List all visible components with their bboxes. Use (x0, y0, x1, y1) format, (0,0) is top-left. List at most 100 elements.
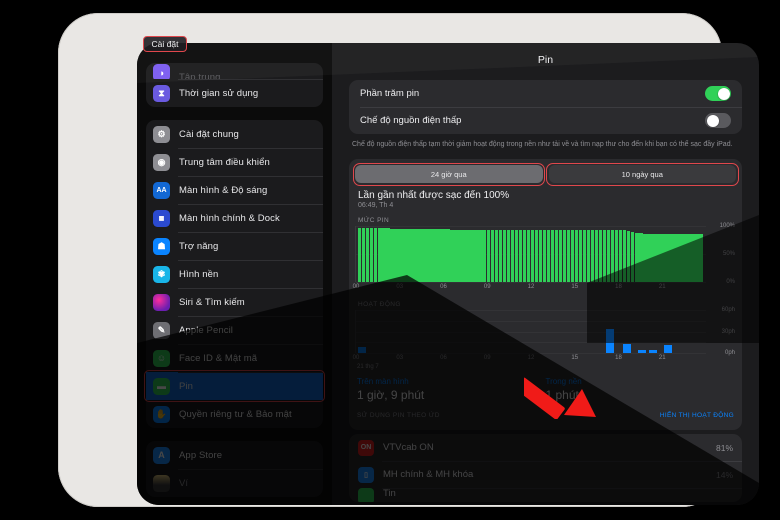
chart-bar (518, 229, 523, 283)
x-tick-label: 00 (352, 355, 360, 362)
sidebar-item-focus[interactable]: ◑ Tập trung (146, 63, 323, 79)
sidebar-item-label: Thời gian sử dụng (179, 87, 259, 99)
x-tick-label: 03 (396, 284, 404, 291)
sidebar-item-privacy-security[interactable]: ✋ Quyền riêng tư & Bảo mật (146, 400, 323, 428)
sidebar-item-label: Trợ năng (179, 240, 219, 252)
sidebar-item-screen-time[interactable]: ⧗ Thời gian sử dụng (146, 79, 323, 107)
y-tick-label: 30ph (721, 328, 735, 335)
app-name: Tin (383, 488, 396, 500)
app-usage-row[interactable]: ▯ MH chính & MH khóa 14% (349, 461, 742, 488)
chart-bar (482, 229, 486, 283)
chart-bar (506, 229, 510, 283)
chart-bar (590, 230, 595, 283)
battery-icon: ▬ (153, 377, 170, 395)
chart-bar (554, 229, 559, 283)
chart-bar (394, 228, 398, 283)
sidebar-item-wallet[interactable]: Ví (146, 469, 323, 497)
y-tick-label: 0% (726, 279, 735, 286)
sidebar-item-wallpaper[interactable]: ✾ Hình nền (146, 260, 323, 288)
chart-bar (566, 229, 571, 283)
chart-bar (606, 230, 611, 283)
segment-last-24-hours[interactable]: 24 giờ qua (352, 162, 545, 186)
sidebar-item-app-store[interactable]: A App Store (146, 441, 323, 469)
app-usage-row[interactable]: ON VTVcab ON 81% (349, 434, 742, 461)
sidebar-item-home-screen-dock[interactable]: ▦ Màn hình chính & Dock (146, 204, 323, 232)
sidebar-item-general[interactable]: ⚙ Cài đặt chung (146, 120, 323, 148)
low-power-mode-toggle[interactable] (705, 113, 731, 128)
chart-bar (655, 233, 659, 283)
home-screen-dock-icon: ▦ (153, 209, 170, 227)
chart-bar (534, 229, 539, 283)
home-lock-screen-icon: ▯ (358, 466, 374, 483)
activity-chart-title: HOẠT ĐỘNG (358, 301, 401, 309)
battery-level-chart: 100% 50% 0% 00 03 06 09 12 15 18 21 (352, 223, 736, 293)
battery-settings-pane: Pin Phần trăm pin Chế độ nguồn điện thấp… (332, 43, 759, 505)
low-power-mode-description: Chế độ nguồn điện thấp tạm thời giảm hoạ… (352, 141, 733, 148)
sidebar-item-label: Hình nền (179, 268, 219, 280)
time-range-segmented-control[interactable]: 24 giờ qua 10 ngày qua (352, 162, 739, 186)
chart-bar (635, 232, 639, 283)
chart-bar (450, 229, 454, 283)
ipad-device-frame: ◑ Tập trung ⧗ Thời gian sử dụng ⚙ Cài đặ… (58, 13, 759, 507)
app-usage-row[interactable]: Tin (349, 488, 742, 503)
x-tick-label: 15 (571, 355, 579, 362)
app-usage-list: ON VTVcab ON 81% ▯ MH chính & MH khóa 14… (349, 434, 742, 503)
row-low-power-mode[interactable]: Chế độ nguồn điện thấp (349, 107, 742, 134)
sidebar-item-control-center[interactable]: ◉ Trung tâm điều khiển (146, 148, 323, 176)
sidebar-item-battery[interactable]: ▬ Pin (146, 372, 323, 400)
x-tick-label: 18 (615, 284, 622, 291)
activity-plot: 60ph 30ph 0ph (355, 307, 735, 356)
show-activity-link[interactable]: HIỂN THỊ HOẠT ĐỘNG (660, 412, 734, 419)
sidebar-item-label: Tập trung (179, 72, 221, 79)
segment-last-10-days[interactable]: 10 ngày qua (546, 162, 739, 186)
segment-label: 24 giờ qua (430, 169, 467, 179)
sidebar-item-label: Apple Pencil (179, 324, 234, 336)
chart-bar (462, 229, 466, 283)
sidebar-item-accessibility[interactable]: ☗ Trợ năng (146, 232, 323, 260)
sidebar-item-siri-search[interactable]: Siri & Tìm kiếm (146, 288, 323, 316)
chart-bar (510, 229, 515, 283)
sidebar-item-label: Face ID & Mật mã (179, 352, 258, 364)
chart-bar (594, 230, 599, 283)
sidebar-item-apple-pencil[interactable]: ✎ Apple Pencil (146, 316, 323, 344)
settings-sidebar[interactable]: ◑ Tập trung ⧗ Thời gian sử dụng ⚙ Cài đặ… (137, 43, 332, 505)
sidebar-item-label: Ví (179, 477, 189, 489)
chart-bar (430, 228, 434, 283)
x-tick-label: 06 (440, 284, 447, 291)
x-tick-label: 03 (396, 355, 404, 362)
chart-bar (442, 228, 446, 283)
ipad-screen: ◑ Tập trung ⧗ Thời gian sử dụng ⚙ Cài đặ… (137, 43, 759, 505)
accessibility-icon: ☗ (153, 237, 170, 255)
chart-bar (663, 345, 672, 354)
chart-bar (526, 229, 531, 283)
chart-bar (386, 228, 390, 283)
chart-bar (627, 230, 631, 283)
chart-bar (667, 233, 671, 283)
app-percentage: 81% (715, 442, 733, 453)
battery-level-plot: 100% 50% 0% (355, 223, 735, 285)
sidebar-item-display-brightness[interactable]: AA Màn hình & Độ sáng (146, 176, 323, 204)
stat-value: 1 giờ, 9 phút (357, 388, 425, 403)
chart-bar (643, 233, 647, 283)
chart-bar (550, 229, 555, 283)
chart-bar (659, 233, 663, 283)
x-tick-label: 12 (527, 284, 535, 291)
chart-bar (434, 228, 438, 283)
sidebar-item-face-id-passcode[interactable]: ☺ Face ID & Mật mã (146, 344, 323, 372)
chart-bar (663, 233, 667, 283)
chart-bar (414, 228, 418, 283)
x-tick-label: 00 (352, 284, 360, 291)
sidebar-item-label: Trung tâm điều khiển (179, 156, 270, 168)
y-tick-label: 50% (722, 251, 735, 258)
chart-bar (586, 230, 591, 283)
chart-bar (426, 228, 430, 283)
display-brightness-icon: AA (153, 181, 170, 199)
sidebar-item-label: App Store (179, 449, 223, 461)
sidebar-item-label: Màn hình & Độ sáng (179, 184, 268, 196)
chart-bar (582, 230, 587, 283)
row-label: Phần trăm pin (360, 88, 420, 99)
siri-icon (153, 293, 170, 311)
row-battery-percentage[interactable]: Phần trăm pin (349, 80, 742, 107)
x-tick-label: 09 (483, 355, 491, 362)
battery-percentage-toggle[interactable] (705, 86, 731, 101)
